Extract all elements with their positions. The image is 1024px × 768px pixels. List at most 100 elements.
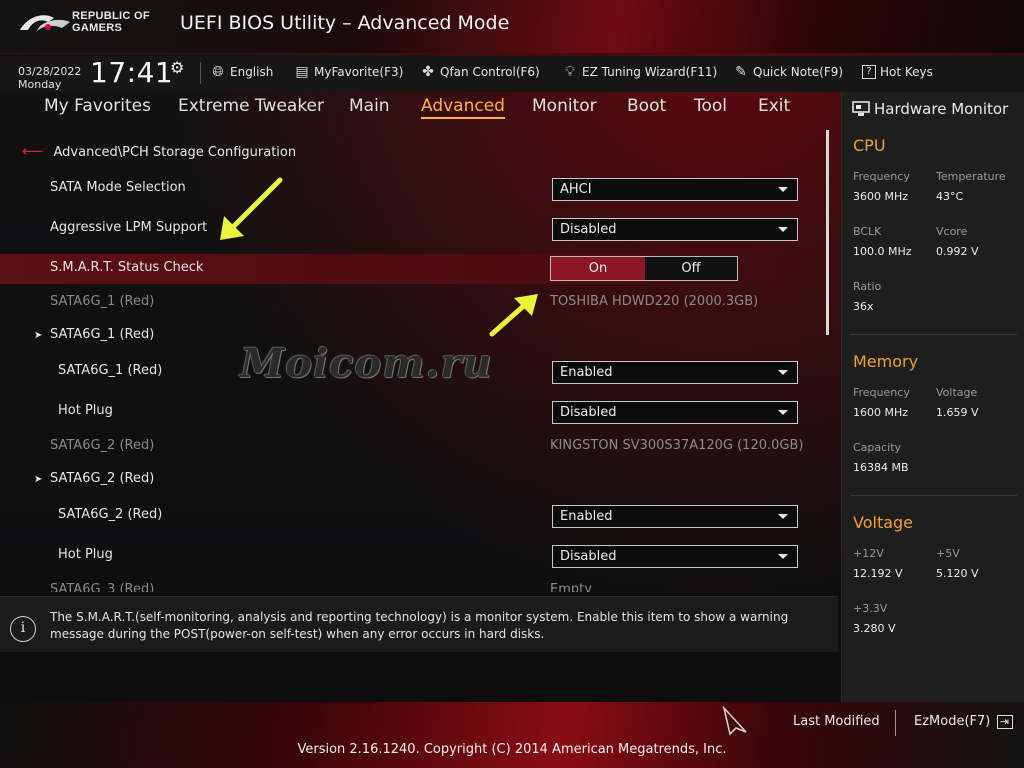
watermark-text: Moicom.ru <box>240 340 493 387</box>
ez-mode-label: EzMode(F7) <box>914 714 991 729</box>
exit-arrow-icon: ⇥ <box>996 715 1013 729</box>
memory-voltage-value: 1.659 V <box>936 406 979 419</box>
footer-divider <box>895 710 896 736</box>
breadcrumb: ⟵ Advanced\PCH Storage Configuration <box>22 142 296 160</box>
sata2-drive-value: KINGSTON SV300S37A120G (120.0GB) <box>550 438 804 453</box>
expand-arrow-icon[interactable]: ➤ <box>34 474 42 485</box>
annotation-arrow-icon <box>489 294 538 337</box>
gear-icon[interactable]: ⚙ <box>170 58 184 77</box>
section-divider <box>850 495 1017 496</box>
aggressive-lpm-select[interactable]: Disabled <box>552 218 798 241</box>
memory-frequency-value: 1600 MHz <box>853 406 909 419</box>
sata2-info-label: SATA6G_2 (Red) <box>50 438 155 453</box>
brand-logo-text: REPUBLIC OF GAMERS <box>72 10 150 34</box>
voltage-33v-label: +3.3V <box>853 602 888 615</box>
sata2-enable-value: Enabled <box>560 509 613 524</box>
app-title: UEFI BIOS Utility – Advanced Mode <box>180 12 510 34</box>
sata-mode-value: AHCI <box>560 182 592 197</box>
brand-line-1: REPUBLIC OF <box>72 10 150 22</box>
memory-heading: Memory <box>853 352 919 371</box>
chevron-down-icon <box>778 514 788 519</box>
cpu-vcore-label: Vcore <box>936 225 968 238</box>
sata1-enable-value: Enabled <box>560 365 613 380</box>
hardware-monitor-title: Hardware Monitor <box>852 100 1008 118</box>
footer-bar <box>0 702 1024 768</box>
tab-my-favorites[interactable]: My Favorites <box>44 96 151 116</box>
expand-arrow-icon[interactable]: ➤ <box>34 330 42 341</box>
sata1-group-label[interactable]: SATA6G_1 (Red) <box>50 327 154 342</box>
hardware-monitor-panel: Hardware Monitor CPU Frequency Temperatu… <box>841 92 1024 702</box>
fan-icon: ✤ <box>422 64 434 80</box>
memory-frequency-label: Frequency <box>853 386 910 399</box>
tab-tool[interactable]: Tool <box>694 96 727 116</box>
memory-capacity-label: Capacity <box>853 441 902 454</box>
sata2-hotplug-label: Hot Plug <box>58 547 113 562</box>
toolbar-divider <box>200 62 201 84</box>
title-bar: REPUBLIC OF GAMERS UEFI BIOS Utility – A… <box>0 0 1024 54</box>
breadcrumb-text: Advanced\PCH Storage Configuration <box>53 145 297 160</box>
qfan-label: Qfan Control(F6) <box>440 65 540 79</box>
voltage-5v-label: +5V <box>936 547 960 560</box>
quick-note-button[interactable]: ✎ Quick Note(F9) <box>733 62 843 82</box>
language-label: English <box>230 65 274 79</box>
chevron-down-icon <box>778 227 788 232</box>
myfavorite-button[interactable]: ▤ MyFavorite(F3) <box>294 62 403 82</box>
back-arrow-icon[interactable]: ⟵ <box>22 142 44 160</box>
sata2-enable-select[interactable]: Enabled <box>552 505 798 528</box>
language-button[interactable]: 🌐︎ English <box>210 62 273 82</box>
memory-voltage-label: Voltage <box>936 386 978 399</box>
sata2-group-label[interactable]: SATA6G_2 (Red) <box>50 471 154 486</box>
quick-note-label: Quick Note(F9) <box>753 65 844 79</box>
cpu-ratio-label: Ratio <box>853 280 882 293</box>
help-icon: ? <box>862 65 876 79</box>
myfavorite-label: MyFavorite(F3) <box>314 65 404 79</box>
sata2-enable-label: SATA6G_2 (Red) <box>58 507 163 522</box>
tab-advanced[interactable]: Advanced <box>421 96 505 119</box>
sata1-enable-label: SATA6G_1 (Red) <box>58 363 163 378</box>
sata2-hotplug-select[interactable]: Disabled <box>552 545 798 568</box>
tab-exit[interactable]: Exit <box>758 96 790 116</box>
globe-icon: 🌐︎ <box>212 64 224 80</box>
smart-on-option[interactable]: On <box>551 257 645 280</box>
info-icon: i <box>10 616 36 642</box>
voltage-5v-value: 5.120 V <box>936 567 979 580</box>
bios-screen: REPUBLIC OF GAMERS UEFI BIOS Utility – A… <box>0 0 1024 768</box>
qfan-control-button[interactable]: ✤ Qfan Control(F6) <box>420 62 540 82</box>
sata-mode-label: SATA Mode Selection <box>50 180 186 195</box>
smart-toggle[interactable]: On Off <box>550 256 738 281</box>
sata3-drive-value: Empty <box>550 582 592 592</box>
hardware-monitor-label: Hardware Monitor <box>874 100 1009 118</box>
chevron-down-icon <box>778 410 788 415</box>
monitor-icon <box>852 101 870 116</box>
note-icon: ✎ <box>735 64 747 80</box>
help-text: The S.M.A.R.T.(self-monitoring, analysis… <box>50 610 789 641</box>
ez-mode-button[interactable]: EzMode(F7) ⇥ <box>914 714 1013 729</box>
tab-main[interactable]: Main <box>349 96 390 116</box>
tab-boot[interactable]: Boot <box>627 96 666 116</box>
cpu-heading: CPU <box>853 136 886 155</box>
mouse-cursor-icon <box>722 706 747 736</box>
tab-monitor[interactable]: Monitor <box>532 96 597 116</box>
brand-line-2: GAMERS <box>72 22 123 34</box>
smart-off-option[interactable]: Off <box>645 257 737 280</box>
main-tabs: My Favorites Extreme Tweaker Main Advanc… <box>0 96 840 126</box>
sata-mode-select[interactable]: AHCI <box>552 178 798 201</box>
last-modified-button[interactable]: Last Modified <box>793 714 880 729</box>
voltage-heading: Voltage <box>853 513 914 532</box>
voltage-12v-label: +12V <box>853 547 884 560</box>
ez-tuning-label: EZ Tuning Wizard(F11) <box>582 65 718 79</box>
clock[interactable]: 17:41 <box>90 56 173 89</box>
chevron-down-icon <box>778 370 788 375</box>
settings-scrollbar[interactable] <box>826 130 829 335</box>
help-bar: i The S.M.A.R.T.(self-monitoring, analys… <box>0 596 838 652</box>
sata1-hotplug-select[interactable]: Disabled <box>552 401 798 424</box>
tab-extreme-tweaker[interactable]: Extreme Tweaker <box>178 96 324 116</box>
rog-logo-icon <box>20 15 70 32</box>
ez-tuning-wizard-button[interactable]: 💡︎ EZ Tuning Wizard(F11) <box>562 62 717 82</box>
hot-keys-button[interactable]: ? Hot Keys <box>862 62 933 82</box>
cpu-frequency-value: 3600 MHz <box>853 190 909 203</box>
sata1-enable-select[interactable]: Enabled <box>552 361 798 384</box>
cpu-bclk-label: BCLK <box>853 225 882 238</box>
date-display: 03/28/2022 Monday <box>18 65 81 91</box>
cpu-ratio-value: 36x <box>853 300 874 313</box>
